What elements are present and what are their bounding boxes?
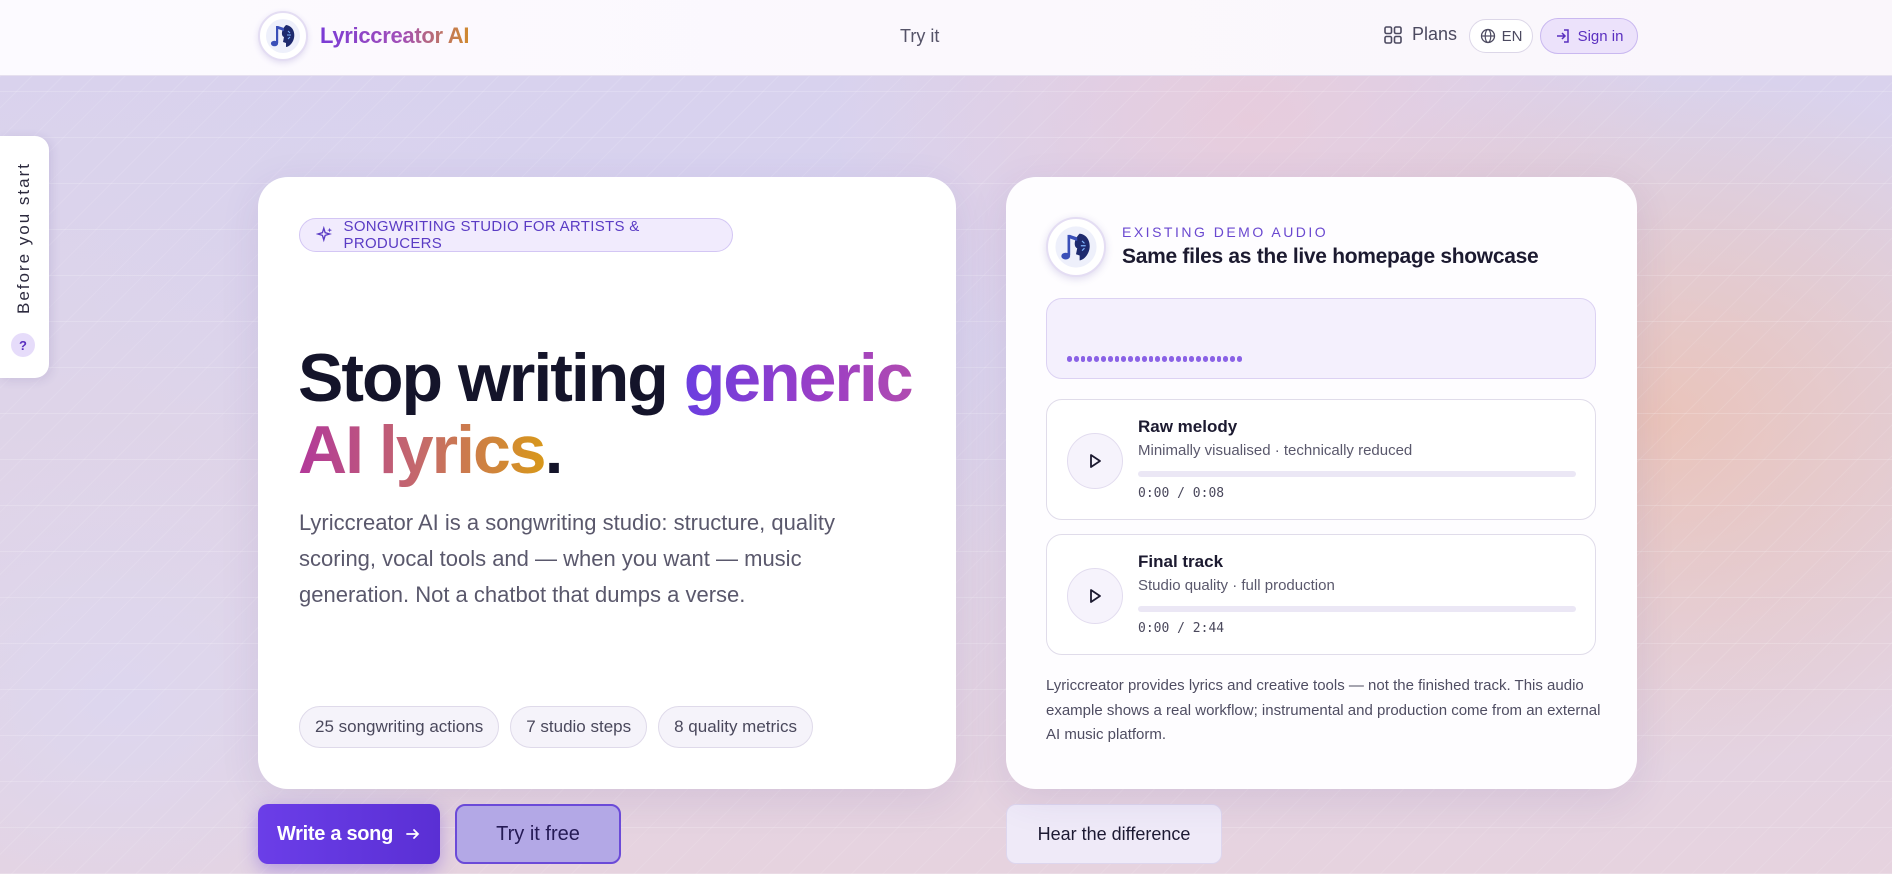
before-you-start-label: Before you start: [14, 161, 34, 315]
stat-pill: 25 songwriting actions: [299, 706, 500, 748]
waveform-dot: [1196, 356, 1201, 362]
sign-in-icon: [1556, 29, 1569, 43]
track-name: Final track: [1138, 552, 1224, 571]
waveform-dot: [1230, 356, 1235, 362]
waveform-dot: [1216, 356, 1222, 362]
waveform-dot: [1073, 356, 1079, 362]
demo-disclaimer: Lyriccreator provides lyrics and creativ…: [1046, 677, 1601, 743]
hero-badge: SONGWRITING STUDIO FOR ARTISTS & PRODUCE…: [299, 218, 733, 252]
demo-eyebrow: EXISTING DEMO AUDIO: [1122, 224, 1329, 240]
track-progress-bar[interactable]: [1138, 606, 1576, 612]
headline-part-2: generic: [683, 340, 914, 416]
demo-audio-card: EXISTING DEMO AUDIO Same files as the li…: [1006, 177, 1637, 789]
hero-badge-label: SONGWRITING STUDIO FOR ARTISTS & PRODUCE…: [343, 218, 640, 252]
play-icon: [1090, 589, 1101, 603]
waveform-dot: [1182, 356, 1188, 362]
track-time: 0:00 / 0:08: [1138, 486, 1225, 501]
waveform-dot: [1148, 356, 1154, 362]
waveform-dot: [1202, 356, 1208, 362]
plans-label: Plans: [1412, 24, 1458, 44]
waveform-dot: [1155, 356, 1161, 362]
play-button[interactable]: [1067, 433, 1123, 489]
waveform-dot: [1107, 356, 1113, 362]
waveform-dot: [1175, 356, 1181, 362]
hero-headline: Stop writing generic AI lyrics.: [298, 342, 938, 486]
play-button[interactable]: [1067, 568, 1123, 624]
demo-logo-icon: [1046, 217, 1106, 277]
waveform-dot: [1087, 356, 1093, 362]
track-subtitle: Studio quality · full production: [1138, 577, 1335, 594]
sparkle-icon: [316, 226, 333, 243]
headline-part-3: AI lyrics: [298, 412, 547, 488]
stat-pill: 8 quality metrics: [658, 706, 813, 748]
waveform-dot: [1094, 356, 1099, 362]
nav-plans-link[interactable]: Plans: [1383, 24, 1457, 45]
waveform-dot: [1067, 356, 1072, 362]
waveform-dots: [1067, 356, 1242, 362]
hero-lead: Lyriccreator AI is a songwriting studio:…: [299, 510, 835, 607]
demo-title: Same files as the live homepage showcase: [1122, 245, 1539, 268]
waveform-dot: [1080, 356, 1086, 362]
arrow-right-icon: [406, 829, 420, 839]
waveform-dot: [1168, 356, 1174, 362]
brand-logo-link[interactable]: Lyriccreator AI: [258, 11, 469, 61]
language-selector[interactable]: EN: [1469, 19, 1533, 53]
waveform-dot: [1209, 356, 1215, 362]
headline-part-4: .: [544, 412, 564, 488]
top-nav: Lyriccreator AI Try it Plans EN Sign in: [0, 0, 1892, 76]
stat-pills: 25 songwriting actions 7 studio steps 8 …: [299, 706, 813, 748]
grid-icon: [1384, 25, 1402, 44]
waveform-dot: [1223, 356, 1229, 362]
track-time: 0:00 / 2:44: [1138, 621, 1225, 636]
stat-pill: 7 studio steps: [510, 706, 648, 748]
before-you-start-label-wrap: Before you start: [10, 156, 38, 320]
track-card-final-track: Final track Studio quality · full produc…: [1046, 534, 1596, 655]
headline-part-1: Stop writing: [298, 340, 684, 416]
write-a-song-label: Write a song: [276, 822, 394, 845]
waveform-dot: [1100, 356, 1106, 362]
logo-icon: [258, 11, 308, 61]
globe-icon: [1480, 28, 1495, 44]
brand-name: Lyriccreator AI: [320, 23, 470, 48]
write-a-song-button[interactable]: Write a song: [258, 804, 440, 864]
play-icon: [1090, 454, 1101, 468]
hear-the-difference-button[interactable]: Hear the difference: [1006, 804, 1222, 864]
waveform-dot: [1128, 356, 1133, 362]
track-name: Raw melody: [1138, 417, 1238, 436]
sign-in-button[interactable]: Sign in: [1540, 18, 1638, 54]
waveform-dot: [1121, 356, 1127, 362]
track-subtitle: Minimally visualised · technically reduc…: [1138, 442, 1413, 459]
waveform-dot: [1162, 356, 1167, 362]
language-label: EN: [1501, 27, 1523, 45]
waveform-dot: [1141, 356, 1147, 362]
hero-card: SONGWRITING STUDIO FOR ARTISTS & PRODUCE…: [258, 177, 956, 789]
try-it-free-button[interactable]: Try it free: [455, 804, 621, 864]
waveform-dot: [1236, 356, 1242, 362]
nav-try-it-link[interactable]: Try it: [900, 26, 939, 47]
track-progress-bar[interactable]: [1138, 471, 1576, 477]
sign-in-label: Sign in: [1577, 27, 1624, 45]
help-icon[interactable]: ?: [11, 333, 35, 357]
track-card-raw-melody: Raw melody Minimally visualised · techni…: [1046, 399, 1596, 520]
waveform-dot: [1114, 356, 1120, 362]
waveform-display[interactable]: [1046, 298, 1596, 379]
waveform-dot: [1134, 356, 1140, 362]
waveform-dot: [1189, 356, 1195, 362]
